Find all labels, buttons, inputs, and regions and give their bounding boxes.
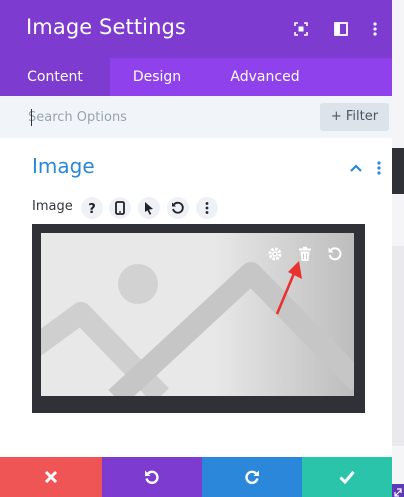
save-check-icon [339,471,355,484]
redo-icon [245,470,259,484]
modal-footer [0,457,392,497]
cancel-button[interactable] [0,457,102,497]
image-settings-modal: Image Settings Content Design Advanced +… [0,0,392,497]
tab-design[interactable]: Design [120,58,194,96]
mobile-icon[interactable] [109,197,131,219]
search-input[interactable] [28,104,308,130]
section-more-icon[interactable] [372,160,386,176]
chevron-up-icon[interactable] [348,160,364,176]
tab-bar: Content Design Advanced [0,58,392,96]
help-icon[interactable]: ? [81,197,103,219]
background-dark-block [392,148,404,194]
reset-icon[interactable] [167,197,189,219]
tab-advanced[interactable]: Advanced [222,58,308,96]
svg-text:?: ? [88,202,96,215]
more-icon[interactable] [196,197,218,219]
annotation-arrow-icon [275,261,302,315]
undo-icon [145,470,159,484]
field-label-image: Image [32,199,73,214]
save-button[interactable] [302,457,392,497]
more-options-icon[interactable] [366,20,384,38]
text-cursor [31,109,32,126]
filter-button[interactable]: + Filter [320,103,389,131]
fullscreen-icon[interactable] [292,20,310,38]
redo-button[interactable] [202,457,302,497]
sidebar-icon[interactable] [332,20,350,38]
resize-handle-icon[interactable] [392,484,404,497]
tab-content[interactable]: Content [0,58,110,96]
preview-reset-icon[interactable] [326,245,344,263]
undo-button[interactable] [102,457,202,497]
cancel-icon [44,470,58,484]
cursor-icon[interactable] [138,197,160,219]
modal-title: Image Settings [26,15,186,39]
background-panel-edge [392,246,404,446]
modal-header: Image Settings [0,0,392,58]
section-title-image[interactable]: Image [32,154,95,178]
